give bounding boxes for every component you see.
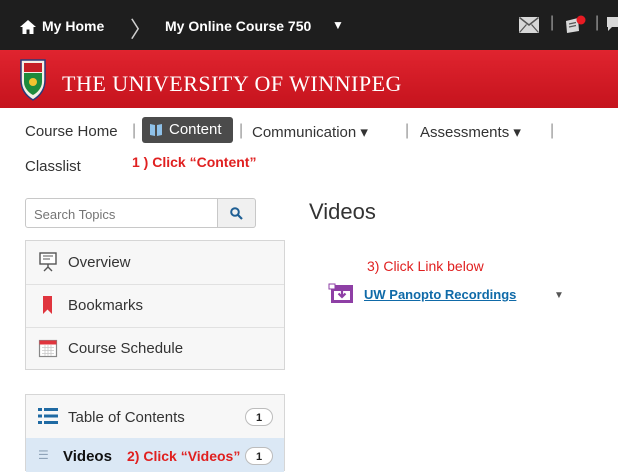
calendar-icon (38, 339, 58, 358)
home-icon[interactable] (20, 20, 36, 34)
content-menu: Overview Bookmarks Course Schedule (25, 240, 285, 370)
my-home-link[interactable]: My Home (42, 18, 104, 34)
nav-separator: | (132, 122, 137, 139)
search-topics-field[interactable] (25, 198, 218, 228)
uw-panopto-recordings-link[interactable]: UW Panopto Recordings (364, 287, 516, 302)
subscription-alerts-icon[interactable] (606, 16, 618, 32)
search-icon (230, 207, 243, 220)
nav-assessments[interactable]: Assessments ▾ (420, 123, 521, 141)
external-tool-icon (328, 283, 353, 303)
nav-content-label: Content (169, 121, 222, 138)
topbar-divider: | (550, 14, 555, 31)
bookmark-icon (43, 296, 52, 314)
university-crest-logo (20, 59, 46, 101)
module-videos[interactable]: ☰ Videos 2) Click “Videos” 1 (26, 438, 284, 472)
nav-separator: | (550, 122, 555, 139)
university-title: THE UNIVERSITY OF WINNIPEG (62, 71, 402, 96)
search-button[interactable] (218, 198, 256, 228)
instruction-annotation-1: 1 ) Click “Content” (132, 154, 257, 170)
nav-course-home[interactable]: Course Home (25, 123, 118, 140)
instruction-annotation-2: 2) Click “Videos” (127, 448, 241, 464)
drag-handle-icon[interactable]: ☰ (38, 448, 49, 462)
university-banner: THE UNIVERSITY OF WINNIPEG (0, 50, 618, 108)
menu-item-label: Bookmarks (68, 297, 144, 314)
menu-item-course-schedule[interactable]: Course Schedule (26, 327, 284, 370)
breadcrumb-chevron-icon: 〉 (130, 17, 153, 42)
update-alerts-icon[interactable] (564, 15, 586, 35)
page-title: Videos (309, 199, 376, 224)
module-videos-label: Videos (63, 448, 112, 465)
nav-communication[interactable]: Communication ▾ (252, 123, 368, 141)
top-navbar: My Home 〉 My Online Course 750 ▼ | | (0, 0, 618, 50)
nav-separator: | (239, 122, 244, 139)
menu-item-label: Course Schedule (68, 340, 184, 357)
nav-content-tab[interactable]: Content (142, 117, 233, 143)
toc-count-badge: 1 (245, 408, 273, 426)
book-icon (150, 124, 162, 136)
table-of-contents-panel: Table of Contents 1 ☰ Videos 2) Click “V… (25, 394, 285, 472)
instruction-annotation-3: 3) Click Link below (367, 258, 484, 274)
link-context-menu-caret-icon[interactable]: ▼ (554, 290, 564, 301)
menu-item-label: Overview (68, 254, 131, 271)
topbar-divider: | (595, 14, 600, 31)
nav-classlist[interactable]: Classlist (25, 158, 81, 175)
overview-icon (39, 252, 57, 272)
course-navbar: Course Home | Content | Communication ▾ … (0, 108, 618, 182)
course-selector[interactable]: My Online Course 750 (165, 18, 311, 34)
message-alerts-icon[interactable] (519, 17, 539, 33)
toc-label: Table of Contents (68, 409, 185, 426)
menu-item-overview[interactable]: Overview (26, 241, 284, 285)
toc-header[interactable]: Table of Contents 1 (26, 395, 284, 438)
search-topics-input[interactable] (32, 200, 216, 228)
videos-count-badge: 1 (245, 447, 273, 465)
list-icon (38, 408, 58, 424)
nav-separator: | (405, 122, 410, 139)
menu-item-bookmarks[interactable]: Bookmarks (26, 284, 284, 328)
course-dropdown-caret-icon[interactable]: ▼ (332, 18, 344, 32)
